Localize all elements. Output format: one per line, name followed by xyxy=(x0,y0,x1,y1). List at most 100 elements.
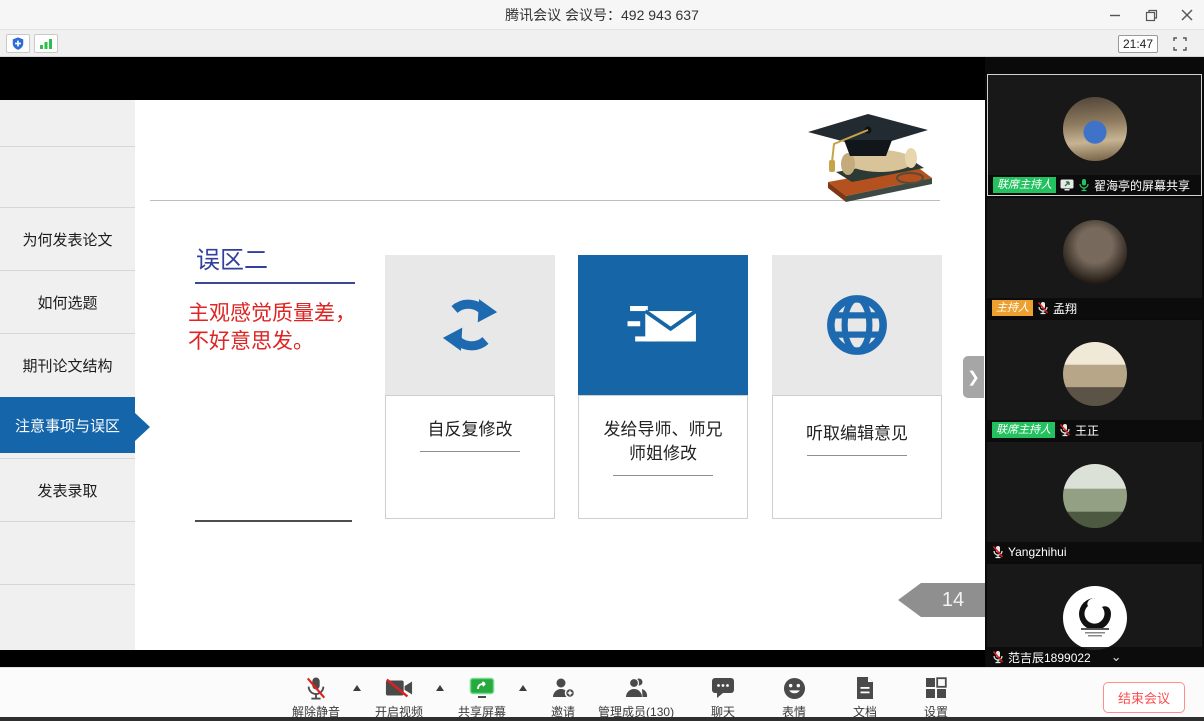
participant-tile[interactable]: 范吉辰1899022 ⌄ xyxy=(987,564,1202,667)
active-nav-pointer xyxy=(135,413,150,441)
slide-title-underline xyxy=(195,282,355,284)
participant-name-bar: 范吉辰1899022 ⌄ xyxy=(987,647,1202,667)
slide-body-text: 主观感觉质量差，不好意思发。 xyxy=(188,300,356,356)
window-controls xyxy=(1104,0,1198,30)
settings-icon xyxy=(925,677,947,699)
page-number: 14 xyxy=(921,583,985,617)
emoji-button[interactable]: 表情 xyxy=(772,671,816,720)
close-icon xyxy=(1181,9,1193,21)
sidebar-expand-button[interactable]: ❯ xyxy=(963,356,984,398)
title-bar: 腾讯会议 会议号：492 943 637 xyxy=(0,0,1204,30)
college-logo-icon xyxy=(1067,590,1123,646)
slide-nav-item[interactable]: 期刊论文结构 xyxy=(0,334,135,396)
avatar xyxy=(1063,464,1127,528)
meeting-toolbar: 解除静音 开启视频 共享屏幕 邀请 管理成员(130) xyxy=(0,667,1204,721)
participant-name: 孟翔 xyxy=(1053,300,1077,317)
participant-name: 翟海亭的屏幕共享 xyxy=(1094,177,1190,194)
slide-section-title: 误区二 xyxy=(196,240,268,275)
nav-item-label: 为何发表论文 xyxy=(22,229,112,250)
toolbar-buttons: 解除静音 开启视频 共享屏幕 邀请 管理成员(130) xyxy=(292,671,958,719)
share-options-caret[interactable] xyxy=(519,671,528,691)
refresh-arrows-icon xyxy=(436,294,504,356)
network-status-button[interactable] xyxy=(34,34,58,53)
graduation-cap-image xyxy=(798,104,940,209)
docs-button[interactable]: 文档 xyxy=(843,671,887,720)
start-video-button[interactable]: 开启视频 xyxy=(375,671,423,720)
share-screen-button[interactable]: 共享屏幕 xyxy=(458,671,506,720)
nav-divider xyxy=(0,521,135,522)
slide-text-rule xyxy=(195,520,352,522)
slide-nav-item[interactable]: 为何发表论文 xyxy=(0,208,135,270)
chat-button[interactable]: 聊天 xyxy=(701,671,745,720)
minimize-button[interactable] xyxy=(1104,4,1126,26)
manage-members-button[interactable]: 管理成员(130) xyxy=(598,671,674,720)
document-icon xyxy=(855,676,875,700)
mic-muted-icon xyxy=(1059,423,1071,437)
mic-options-caret[interactable] xyxy=(353,671,362,691)
participant-name: 范吉辰1899022 xyxy=(1008,649,1091,666)
close-button[interactable] xyxy=(1176,4,1198,26)
participant-tile[interactable]: 主持人 孟翔 xyxy=(987,198,1202,318)
restore-icon xyxy=(1145,9,1158,22)
participant-name: Yangzhihui xyxy=(1008,545,1067,559)
scroll-more-chevron-icon[interactable]: ⌄ xyxy=(1111,651,1122,663)
slide-card-send-to-mentor: 发给导师、师兄师姐修改 xyxy=(578,255,748,519)
participant-tile-sharing[interactable]: 联席主持人 翟海亭的屏幕共享 xyxy=(987,74,1202,196)
invite-icon xyxy=(551,676,575,700)
chat-icon xyxy=(711,677,735,699)
slide-card-editor-feedback: 听取编辑意见 xyxy=(772,255,942,519)
mic-muted-icon xyxy=(1037,301,1049,315)
globe-icon xyxy=(824,292,890,358)
flag-tip xyxy=(898,583,921,617)
nav-item-label: 如何选题 xyxy=(37,292,97,313)
nav-divider xyxy=(0,146,135,147)
restore-button[interactable] xyxy=(1140,4,1162,26)
participant-name-bar: 主持人 孟翔 xyxy=(987,298,1202,318)
meeting-window: 腾讯会议 会议号：492 943 637 21:47 xyxy=(0,0,1204,721)
fullscreen-icon xyxy=(1173,37,1187,51)
slide-nav-item[interactable]: 发表录取 xyxy=(0,459,135,521)
unmute-button[interactable]: 解除静音 xyxy=(292,671,340,720)
shield-icon xyxy=(11,36,25,51)
window-bottom-edge xyxy=(0,717,1204,721)
participant-name-bar: Yangzhihui xyxy=(987,542,1202,562)
slide-nav-item-active[interactable]: 注意事项与误区 xyxy=(0,397,135,453)
cohost-badge: 联席主持人 xyxy=(992,422,1055,438)
window-title: 腾讯会议 会议号：492 943 637 xyxy=(0,0,1204,30)
emoji-icon xyxy=(783,677,806,700)
avatar xyxy=(1063,342,1127,406)
mic-on-icon xyxy=(1078,178,1090,192)
video-options-caret[interactable] xyxy=(436,671,445,691)
nav-item-label: 注意事项与误区 xyxy=(15,415,120,436)
screen-share-icon xyxy=(1060,179,1074,191)
nav-item-label: 发表录取 xyxy=(37,480,97,501)
card-title: 发给导师、师兄师姐修改 xyxy=(601,418,725,466)
meeting-security-button[interactable] xyxy=(6,34,30,53)
host-badge: 主持人 xyxy=(992,300,1033,316)
card-rule xyxy=(807,455,907,456)
participant-tile[interactable]: Yangzhihui xyxy=(987,442,1202,562)
avatar xyxy=(1063,220,1127,284)
meeting-timer: 21:47 xyxy=(1118,35,1158,53)
invite-button[interactable]: 邀请 xyxy=(541,671,585,720)
card-title: 自反复修改 xyxy=(405,418,535,442)
camera-off-icon xyxy=(385,678,413,698)
mic-muted-icon xyxy=(992,650,1004,664)
share-screen-icon xyxy=(469,677,495,699)
settings-button[interactable]: 设置 xyxy=(914,671,958,720)
fullscreen-button[interactable] xyxy=(1170,35,1190,53)
status-bar: 21:47 xyxy=(0,30,1204,57)
end-meeting-button[interactable]: 结束会议 xyxy=(1103,682,1185,713)
nav-divider xyxy=(0,584,135,585)
slide-nav-item[interactable]: 如何选题 xyxy=(0,271,135,333)
members-icon xyxy=(623,676,649,700)
card-title: 听取编辑意见 xyxy=(792,422,922,446)
participant-tile[interactable]: 联席主持人 王正 xyxy=(987,320,1202,440)
nav-item-label: 期刊论文结构 xyxy=(22,355,112,376)
avatar xyxy=(1063,97,1127,161)
avatar-college-logo xyxy=(1063,586,1127,650)
minimize-icon xyxy=(1109,9,1121,21)
signal-bars-icon xyxy=(39,37,53,50)
slide-card-self-revise: 自反复修改 xyxy=(385,255,555,519)
cohost-badge: 联席主持人 xyxy=(993,177,1056,193)
